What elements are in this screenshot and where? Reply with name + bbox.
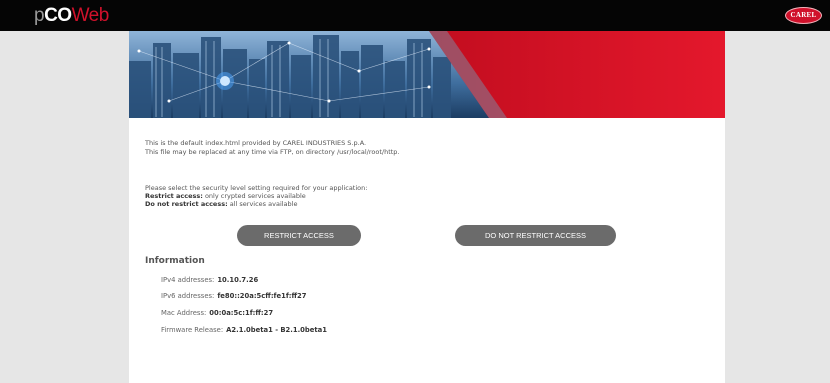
security-text: Please select the security level setting…: [145, 184, 367, 208]
intro-line-1: This is the default index.html provided …: [145, 139, 367, 147]
intro-text: This is the default index.html provided …: [145, 139, 400, 157]
main-panel: This is the default index.html provided …: [129, 31, 725, 383]
security-prompt: Please select the security level setting…: [145, 184, 368, 192]
mac-address-row: Mac Address: 00:0a:5c:1f:ff:27: [161, 309, 274, 317]
do-not-restrict-access-button[interactable]: DO NOT RESTRICT ACCESS: [455, 225, 616, 246]
intro-line-2: This file may be replaced at any time vi…: [145, 148, 400, 156]
ipv4-row: IPv4 addresses: 10.10.7.26: [161, 276, 259, 284]
ipv6-row: IPv6 addresses: fe80::20a:5cff:fe1f:ff27: [161, 292, 307, 300]
restrict-access-button[interactable]: RESTRICT ACCESS: [237, 225, 361, 246]
firmware-release-row: Firmware Release: A2.1.0beta1 - B2.1.0bet…: [161, 326, 327, 334]
carel-logo-badge: CAREL: [785, 7, 822, 24]
header-banner-image: [129, 31, 725, 118]
restrict-description: Restrict access: only crypted services a…: [145, 192, 306, 200]
information-heading: Information: [145, 256, 205, 266]
norestrict-description: Do not restrict access: all services ava…: [145, 200, 298, 208]
pcoweb-logo: pCOWeb: [34, 5, 109, 26]
top-bar: pCOWeb CAREL: [0, 0, 830, 31]
